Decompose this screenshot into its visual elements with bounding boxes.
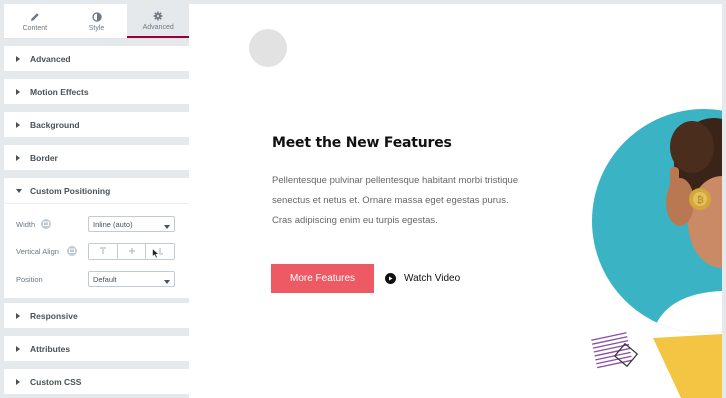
section-background[interactable]: Background <box>4 112 189 137</box>
caret-down-icon <box>16 188 22 193</box>
caret-right-icon <box>16 345 22 352</box>
decorative-yellow-shape <box>653 334 722 398</box>
section-advanced[interactable]: Advanced <box>4 46 189 71</box>
width-select-value: Inline (auto) <box>93 219 133 229</box>
window-edge <box>722 0 726 398</box>
position-control: Position Default <box>4 270 189 288</box>
contrast-icon <box>91 11 102 23</box>
section-title: Background <box>30 119 80 130</box>
tab-advanced[interactable]: Advanced <box>127 4 190 38</box>
caret-right-icon <box>16 154 22 161</box>
align-bottom-button[interactable] <box>146 243 175 259</box>
section-title: Custom Positioning <box>30 185 111 196</box>
section-title: Border <box>30 152 58 163</box>
section-attributes[interactable]: Attributes <box>4 336 189 361</box>
caret-right-icon <box>16 378 22 385</box>
align-top-button[interactable] <box>89 243 118 259</box>
caret-right-icon <box>16 312 22 319</box>
tab-label: Style <box>88 24 105 32</box>
section-responsive[interactable]: Responsive <box>4 303 189 328</box>
svg-text:₿: ₿ <box>697 195 704 206</box>
hero-photo: ₿ <box>592 109 722 333</box>
position-label: Position <box>16 274 43 284</box>
mouse-cursor-icon <box>152 248 160 259</box>
decorative-stripes <box>591 332 639 369</box>
gear-icon <box>153 10 163 22</box>
chevron-down-icon <box>164 277 170 286</box>
width-label: Width <box>16 219 36 229</box>
more-features-button[interactable]: More Features <box>271 264 374 293</box>
play-icon <box>385 272 396 284</box>
caret-right-icon <box>16 55 22 62</box>
custom-positioning-controls: Width Inline (auto) Vertical Align Posit… <box>4 203 189 298</box>
position-select-value: Default <box>93 274 117 284</box>
section-title: Advanced <box>30 53 71 64</box>
pencil-icon <box>30 11 40 23</box>
align-top-icon <box>99 247 106 254</box>
tab-style[interactable]: Style <box>66 4 128 38</box>
section-headline: Meet the New Features <box>272 135 452 151</box>
preview-canvas: Meet the New Features Pellentesque pulvi… <box>189 4 722 398</box>
section-body-text: Pellentesque pulvinar pellentesque habit… <box>272 175 519 226</box>
section-title: Attributes <box>30 343 71 354</box>
tab-label: Content <box>22 24 48 32</box>
width-control: Width Inline (auto) <box>4 215 189 233</box>
caret-right-icon <box>16 88 22 95</box>
panel-tabs: Content Style Advanced <box>4 4 190 39</box>
tab-label: Advanced <box>142 23 174 31</box>
vertical-align-label: Vertical Align <box>16 246 59 256</box>
section-custom-css[interactable]: Custom CSS <box>4 369 189 394</box>
chevron-down-icon <box>164 222 170 231</box>
section-title: Custom CSS <box>30 376 82 387</box>
align-middle-button[interactable] <box>117 243 147 259</box>
vertical-align-buttons <box>88 242 175 260</box>
responsive-globe-icon[interactable] <box>67 246 77 256</box>
tab-content[interactable]: Content <box>4 4 66 38</box>
section-title: Motion Effects <box>30 86 89 97</box>
watch-video-link[interactable]: Watch Video <box>385 269 460 287</box>
responsive-globe-icon[interactable] <box>41 219 51 229</box>
section-title: Responsive <box>30 310 78 321</box>
caret-right-icon <box>16 121 22 128</box>
editor-panel: Content Style Advanced Advanced Motion E… <box>0 0 190 398</box>
watch-video-label: Watch Video <box>404 272 461 284</box>
width-select[interactable]: Inline (auto) <box>88 216 175 232</box>
section-custom-positioning[interactable]: Custom Positioning <box>4 178 189 203</box>
position-select[interactable]: Default <box>88 271 175 287</box>
align-middle-icon <box>128 248 135 254</box>
section-motion-effects[interactable]: Motion Effects <box>4 79 189 104</box>
vertical-align-control: Vertical Align <box>4 242 189 260</box>
section-border[interactable]: Border <box>4 145 189 170</box>
decorative-circle <box>249 29 287 67</box>
